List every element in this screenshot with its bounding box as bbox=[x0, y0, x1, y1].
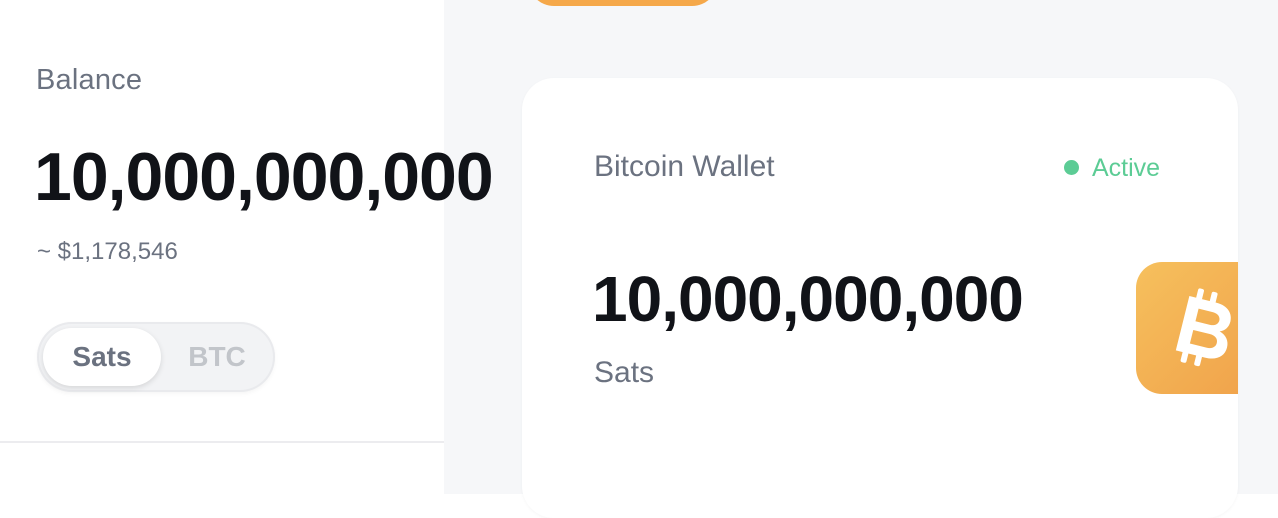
toggle-option-btc[interactable]: BTC bbox=[165, 328, 269, 386]
unit-toggle[interactable]: Sats BTC bbox=[37, 322, 275, 392]
balance-amount: 10,000,000,000 bbox=[34, 139, 494, 215]
wallet-amount: 10,000,000,000 bbox=[592, 263, 1024, 335]
status-dot-icon bbox=[1064, 160, 1079, 175]
status-badge: Active bbox=[1064, 154, 1160, 183]
wallet-unit: Sats bbox=[594, 356, 655, 389]
toggle-option-sats[interactable]: Sats bbox=[43, 328, 161, 386]
status-label: Active bbox=[1092, 154, 1161, 182]
balance-label: Balance bbox=[36, 64, 143, 96]
balance-panel: Balance ~ $1,178,546 Sats BTC bbox=[0, 0, 444, 494]
divider bbox=[0, 441, 444, 443]
balance-fiat-value: ~ $1,178,546 bbox=[37, 238, 178, 265]
top-action-button[interactable] bbox=[528, 0, 718, 6]
wallet-card[interactable]: Bitcoin Wallet Active 10,000,000,000 Sat… bbox=[522, 78, 1238, 518]
bitcoin-icon bbox=[1136, 262, 1238, 394]
wallet-name: Bitcoin Wallet bbox=[594, 150, 775, 183]
